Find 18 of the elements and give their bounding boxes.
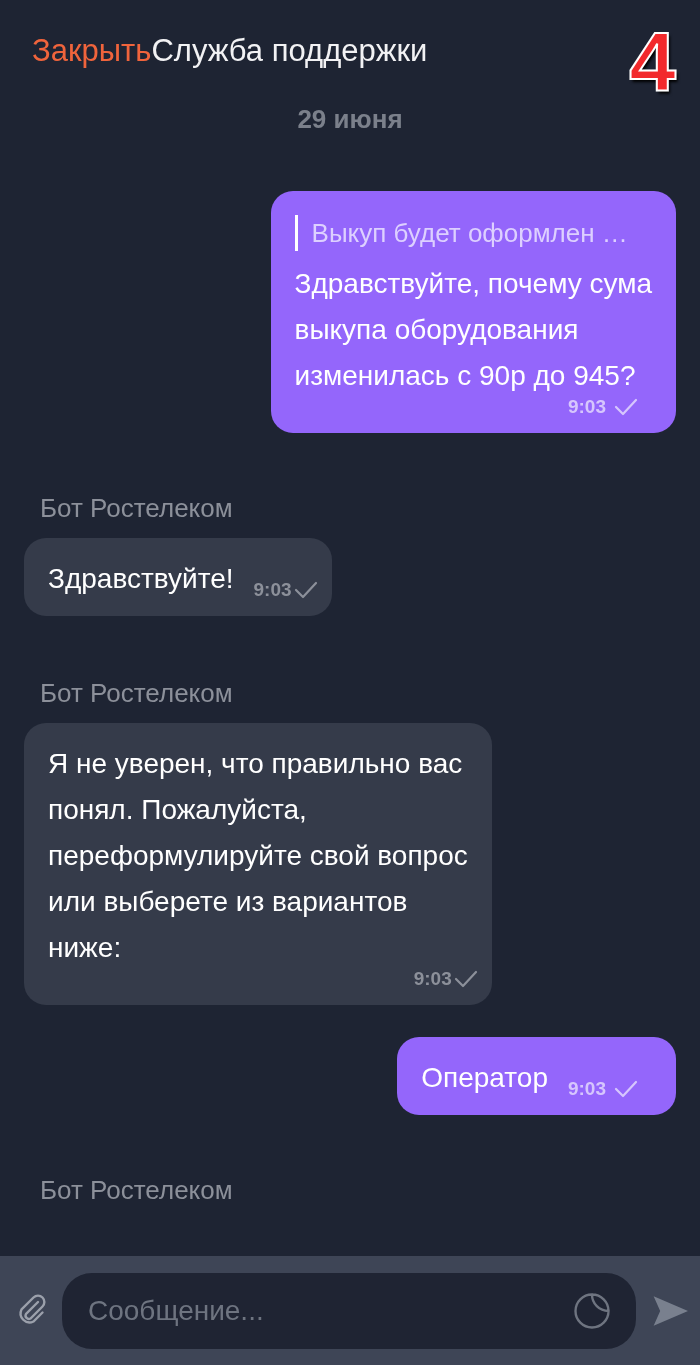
message-time: 9:03 (567, 395, 606, 419)
message-text: Здравствуйте, почему сума выкупа оборудования изменилась с 90р до 945? (294, 267, 652, 393)
message-text: Здравствуйте! (48, 562, 234, 596)
sender-name: Бот Ростелеком (40, 678, 233, 709)
message-time: 9:03 (567, 1077, 606, 1101)
chat-title: Служба поддержки (151, 33, 428, 69)
sender-name: Бот Ростелеком (40, 1175, 233, 1206)
date-label: 29 июня (297, 104, 403, 135)
message-input[interactable]: Сообщение... (86, 1293, 570, 1328)
quoted-message: Выкуп будет оформлен … (294, 215, 652, 251)
message-text: Я не уверен, что правильно вас понял. Пожалуйста, переформулируйте свой вопрос или выберете из вариантов ниже: (48, 747, 468, 965)
message-time: 9:03 (253, 578, 292, 602)
sender-name: Бот Ростелеком (40, 493, 233, 524)
message-field[interactable]: Сообщение... (62, 1272, 636, 1349)
close-link[interactable]: Закрыть (32, 33, 152, 69)
message-time: 9:03 (413, 967, 452, 991)
message-text: Оператор (421, 1061, 548, 1095)
overlay-number: 4 (629, 22, 676, 102)
